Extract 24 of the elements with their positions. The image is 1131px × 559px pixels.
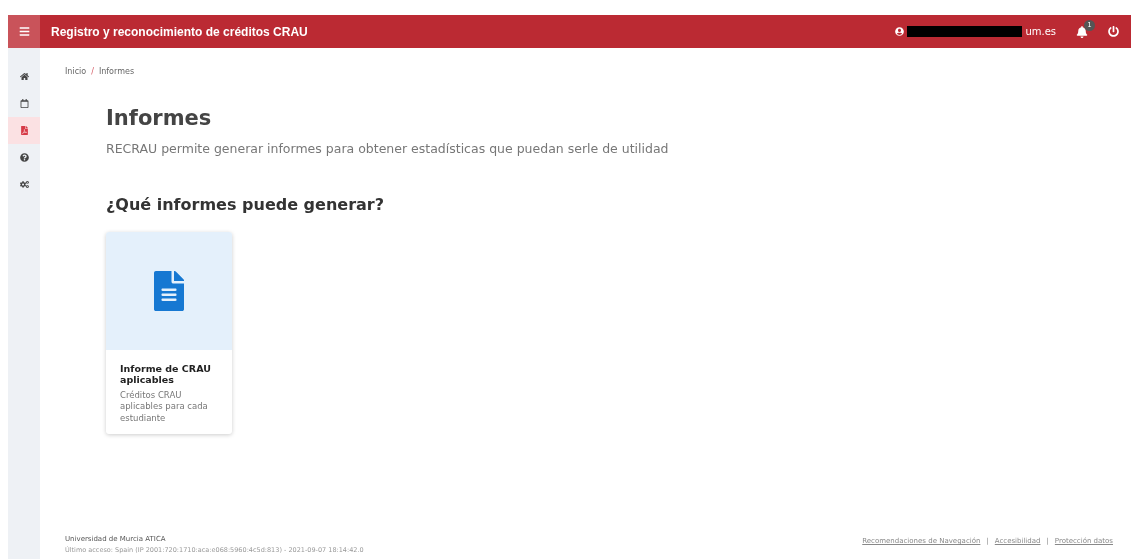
menu-button[interactable] <box>8 15 40 48</box>
user-icon <box>895 27 905 36</box>
sidebar-item[interactable] <box>8 117 40 144</box>
help-icon <box>19 153 29 162</box>
app-title: Registro y reconocimiento de créditos CRAU <box>51 24 309 39</box>
page-title: Informes <box>106 106 213 130</box>
gears-icon <box>19 180 29 189</box>
page-description: RECRAU permite generar informes para obtener estadísticas que puedan serle de utilidad <box>106 141 670 156</box>
calendar-icon <box>19 99 29 108</box>
card-title: Informe de CRAU aplicables <box>120 363 212 385</box>
power-icon <box>1108 26 1119 37</box>
notifications-button[interactable] <box>1076 25 1088 38</box>
breadcrumb-separator: / <box>91 67 94 76</box>
logout-button[interactable] <box>1108 26 1119 37</box>
breadcrumb-link[interactable]: Informes <box>98 67 135 76</box>
section-heading: ¿Qué informes puede generar? <box>106 195 385 214</box>
breadcrumb-link[interactable]: Inicio <box>65 67 87 76</box>
report-card[interactable]: Informe de CRAU aplicables Créditos CRAU aplicables para cada estudiante <box>106 232 232 435</box>
user-email: um.es <box>1025 26 1056 37</box>
home-icon <box>19 72 29 81</box>
menu-icon <box>18 26 30 37</box>
card-description: Créditos CRAU aplicables para cada estudiante <box>120 390 209 425</box>
file-icon <box>19 126 29 135</box>
bell-icon <box>1076 25 1088 38</box>
